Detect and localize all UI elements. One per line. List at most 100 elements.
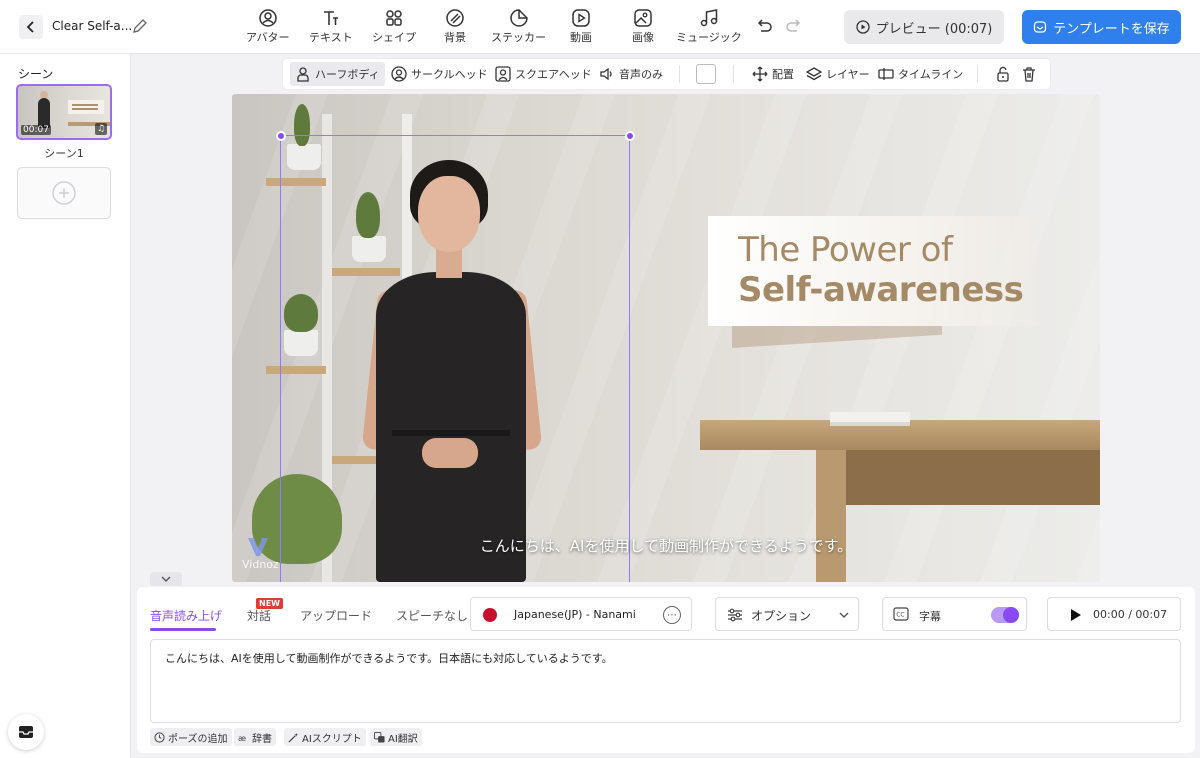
ai-script-button[interactable]: AIスクリプト	[284, 728, 366, 746]
music-icon	[700, 9, 718, 27]
more-options-icon[interactable]: ⋯	[663, 606, 681, 624]
redo-icon[interactable]	[784, 17, 804, 37]
preview-label: プレビュー (00:07)	[875, 21, 993, 37]
text-icon	[323, 11, 338, 25]
scene-thumbnail[interactable]: 00:07 ♫	[16, 84, 112, 140]
chip-label: ポーズの追加	[168, 733, 228, 745]
layers-icon	[806, 67, 822, 81]
resize-handle[interactable]	[276, 131, 286, 141]
half-body-label: ハーフボディ	[315, 68, 380, 81]
voice-only-label: 音声のみ	[619, 68, 663, 81]
tool-image[interactable]: 画像	[632, 8, 654, 45]
layer-button[interactable]: レイヤー	[801, 62, 875, 86]
preview-button[interactable]: プレビュー (00:07)	[844, 10, 1004, 44]
tab-upload[interactable]: アップロード	[300, 607, 372, 624]
add-scene-button[interactable]	[17, 167, 111, 219]
thumb-avatar	[38, 98, 50, 128]
video-canvas[interactable]: The Power of Self-awareness こんにちは、AIを使用し…	[232, 94, 1100, 582]
half-body-button[interactable]: ハーフボディ	[290, 62, 385, 86]
sticker-icon	[509, 9, 528, 27]
tool-label: アバター	[246, 31, 290, 44]
image-icon	[634, 9, 652, 27]
active-tab-indicator	[150, 628, 216, 631]
unlock-icon[interactable]	[995, 66, 1011, 82]
dictionary-button[interactable]: æ 辞書	[234, 728, 276, 746]
voice-only-button[interactable]: 音声のみ	[594, 62, 668, 86]
play-icon[interactable]	[1070, 609, 1082, 621]
save-template-button[interactable]: テンプレートを保存	[1022, 10, 1181, 44]
arrange-button[interactable]: 配置	[747, 62, 799, 86]
inbox-icon	[19, 726, 33, 738]
square-head-label: スクエアヘッド	[515, 68, 592, 81]
music-note-icon: ♫	[95, 123, 107, 135]
tool-avatar[interactable]: アバター	[246, 8, 290, 45]
desk-shelf	[844, 450, 1100, 505]
clock-icon	[154, 731, 165, 743]
captions-label: 字幕	[919, 610, 941, 623]
captions-control: CC 字幕	[882, 597, 1027, 631]
caption-text: こんにちは、AIを使用して動画制作ができるようです。	[479, 537, 853, 555]
square-head-button[interactable]: スクエアヘッド	[490, 62, 597, 86]
layer-label: レイヤー	[826, 68, 870, 81]
chevron-down-icon	[839, 612, 849, 618]
chip-label: 辞書	[252, 733, 272, 745]
tab-no-speech[interactable]: スピーチなし	[396, 607, 468, 624]
japan-flag-icon	[483, 608, 497, 622]
project-title[interactable]: Clear Self-a...	[52, 19, 132, 33]
tool-text[interactable]: テキスト	[309, 8, 353, 45]
collapse-panel-button[interactable]	[150, 572, 182, 586]
toolbar-divider	[733, 65, 734, 83]
timeline-button[interactable]: タイムライン	[873, 62, 968, 86]
circle-head-button[interactable]: サークルヘッド	[386, 62, 493, 86]
trash-icon[interactable]	[1021, 66, 1037, 82]
vidnoz-watermark: Vidnoz	[242, 538, 279, 571]
shape-icon	[386, 10, 402, 26]
top-bar: Clear Self-a... アバター テキスト シェイプ 背景 ステッカー …	[0, 0, 1200, 54]
script-textarea[interactable]: こんにちは、AIを使用して動画制作ができるようです。日本語にも対応しているようで…	[150, 639, 1181, 723]
scene-label: シーン1	[44, 147, 84, 160]
back-button[interactable]	[19, 15, 43, 39]
title-card[interactable]: The Power of Self-awareness	[708, 216, 1038, 326]
watermark-text: Vidnoz	[242, 558, 279, 571]
add-pause-button[interactable]: ポーズの追加	[150, 728, 232, 746]
vidnoz-logo-icon	[248, 538, 268, 556]
title-line-2: Self-awareness	[738, 270, 1024, 310]
undo-icon[interactable]	[754, 17, 774, 37]
captions-toggle[interactable]	[991, 607, 1019, 623]
selection-box[interactable]	[280, 135, 630, 582]
tool-sticker[interactable]: ステッカー	[491, 8, 546, 45]
tab-dialogue[interactable]: 対話	[247, 607, 271, 624]
resize-handle[interactable]	[625, 131, 635, 141]
inbox-button[interactable]	[8, 714, 44, 750]
avatar-icon	[259, 9, 277, 27]
save-icon	[1034, 21, 1047, 33]
chevron-left-icon	[26, 21, 34, 33]
background-color-swatch[interactable]	[696, 64, 716, 84]
person-icon	[297, 67, 309, 82]
ai-translate-button[interactable]: AI翻訳	[370, 728, 422, 746]
books	[830, 412, 910, 422]
circle-head-label: サークルヘッド	[411, 68, 488, 81]
options-label: オプション	[751, 609, 812, 623]
tool-music[interactable]: ミュージック	[676, 8, 742, 45]
desk-leg	[816, 450, 846, 582]
options-dropdown[interactable]: オプション	[715, 597, 859, 631]
playback-control[interactable]: 00:00 / 00:07	[1047, 597, 1181, 631]
tool-label: ステッカー	[491, 31, 546, 44]
toolbar-divider	[679, 65, 680, 83]
tool-label: シェイプ	[372, 31, 416, 44]
voice-selector[interactable]: Japanese(JP) - Nanami ⋯	[470, 597, 692, 631]
tab-text-to-speech[interactable]: 音声読み上げ	[150, 607, 222, 624]
tool-label: 画像	[632, 31, 654, 44]
new-badge: NEW	[256, 598, 283, 609]
speaker-icon	[600, 67, 612, 81]
tool-video[interactable]: 動画	[570, 8, 592, 45]
scene-duration: 00:07	[21, 125, 51, 135]
toolbar-divider	[977, 65, 978, 83]
tool-label: 背景	[444, 31, 466, 44]
translate-icon	[374, 731, 385, 743]
edit-pencil-icon[interactable]	[131, 17, 149, 35]
voice-name: Japanese(JP) - Nanami	[514, 608, 636, 621]
tool-shape[interactable]: シェイプ	[372, 8, 416, 45]
tool-background[interactable]: 背景	[444, 8, 466, 45]
